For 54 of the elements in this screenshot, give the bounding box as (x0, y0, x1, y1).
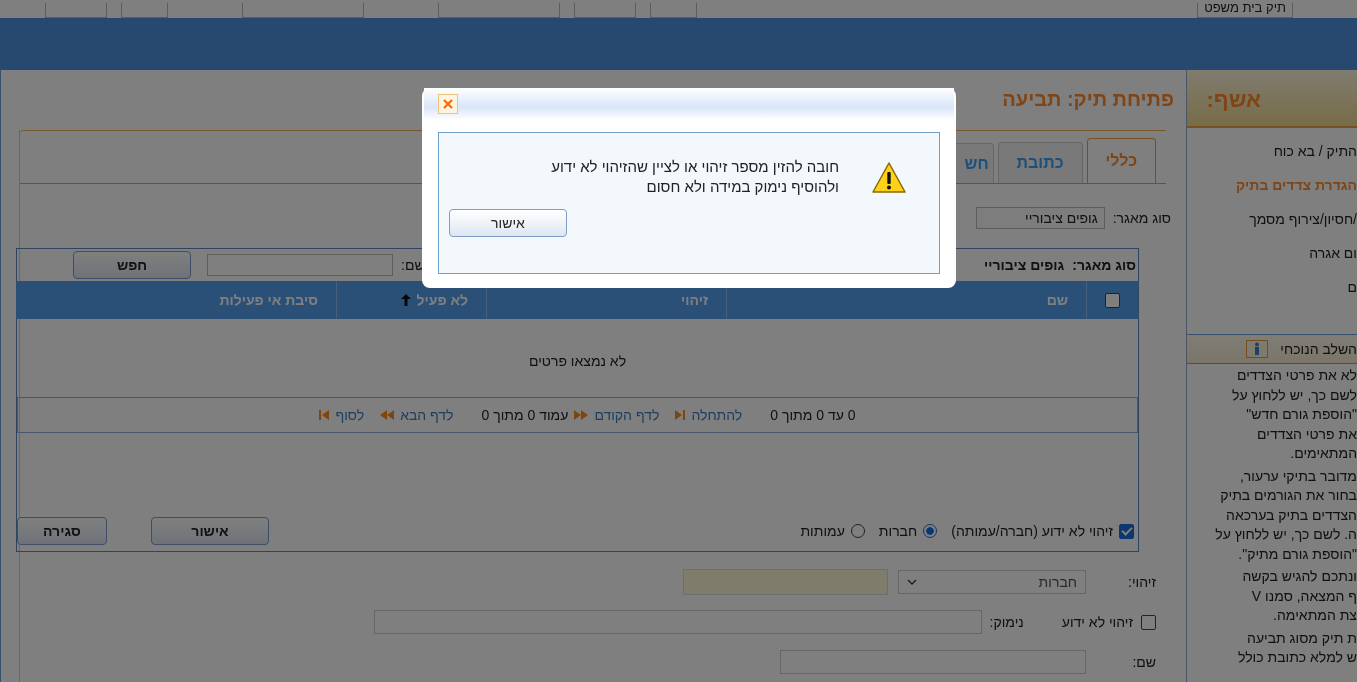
current-step-title: השלב הנוכחי (1280, 341, 1357, 357)
close-icon[interactable] (438, 94, 458, 114)
instruction-paragraph: ת תיק מסוג תביעה ש למלא כתובת כולל (1236, 628, 1357, 667)
ok-button[interactable]: אישור (449, 209, 567, 237)
instruction-paragraph: מדובר בתיקי ערעור, בחור את הגורמים בתיק הצדדים בתיק בערכאה ה. לשם כך, יש ללחוץ על "הוספת גורם מתיק". (1214, 466, 1357, 564)
wizard-step[interactable]: התיק / בא כוח (1187, 134, 1357, 168)
field-label: סוג מאגר: (1072, 257, 1136, 273)
field-label: נימוק: (989, 614, 1024, 630)
radio-label: עמותות (800, 523, 845, 539)
reason-field[interactable] (373, 610, 982, 634)
alert-message: חובה להזין מספר זיהוי או לציין שהזיהוי לא ידוע ולהוסיף נימוק במידה ולא חסום (551, 157, 839, 197)
wizard-step[interactable]: ום אגרה (1187, 236, 1357, 270)
dialog-button[interactable]: אישור (151, 517, 269, 545)
info-icon[interactable] (1246, 340, 1269, 358)
select-all-checkbox[interactable] (1105, 292, 1120, 308)
checkbox[interactable] (1141, 614, 1156, 630)
field-label: זיהוי: (1127, 574, 1156, 590)
wizard-step[interactable]: הגדרת צדדים בתיק (1187, 168, 1357, 202)
field-label: שם: (1131, 654, 1156, 670)
search-button[interactable]: חפש (73, 251, 191, 279)
dialog-button[interactable]: סגירה (17, 517, 107, 545)
wizard-title: אשף: (1187, 70, 1357, 128)
instruction-paragraph: ונתכם להגיש בקשה ף המצאה, סמנו V צת המתאימה. (1241, 567, 1357, 625)
name-field[interactable] (780, 650, 1086, 674)
previous-page-icon (574, 409, 589, 421)
record-range: 0 עד 0 מתוך 0 (770, 407, 856, 423)
last-page-link[interactable]: לסוף (335, 407, 365, 423)
instruction-paragraph: לא את פרטי הצדדים לשם כך, יש ללחוץ על "הוספת גורם חדש" את פרטי הצדדים המתאימים. (1231, 366, 1357, 463)
column-header[interactable]: סיבת אי פעילות (16, 281, 336, 319)
source-value: גופים ציבוריי (984, 257, 1065, 273)
checkbox-label: זיהוי לא ידוע (1061, 614, 1133, 630)
next-page-icon (380, 409, 395, 421)
checkbox-label: זיהוי לא ידוע (חברה/עמותה) (951, 523, 1113, 539)
tab[interactable]: כללי (1086, 138, 1156, 183)
wizard-step[interactable]: ם (1187, 270, 1357, 304)
warning-icon (871, 161, 907, 195)
wizard-step[interactable]: /חסיון/צירוף מסמך (1187, 202, 1357, 236)
previous-page-link[interactable]: לדף הקודם (594, 407, 660, 423)
first-page-icon (675, 409, 686, 421)
last-page-icon (319, 409, 330, 421)
next-page-link[interactable]: לדף הבא (400, 407, 454, 423)
field-label: סוג מאגר: (1112, 210, 1171, 226)
page-indicator: עמוד 0 מתוך 0 (481, 407, 569, 423)
tab[interactable]: כתובת (997, 142, 1083, 183)
radio-button[interactable] (923, 524, 938, 538)
first-page-link[interactable]: להתחלה (691, 407, 743, 423)
checkbox[interactable] (1119, 523, 1134, 539)
id-type-dropdown[interactable]: חברות (898, 570, 1086, 594)
name-search-field[interactable] (207, 254, 393, 276)
source-dropdown[interactable]: גופים ציבוריי (975, 207, 1105, 229)
chevron-down-icon (907, 579, 917, 585)
empty-message: לא נמצאו פרטים (528, 353, 627, 369)
radio-label: חברות (878, 523, 918, 539)
page-title: פתיחת תיק: תביעה (1002, 88, 1174, 110)
